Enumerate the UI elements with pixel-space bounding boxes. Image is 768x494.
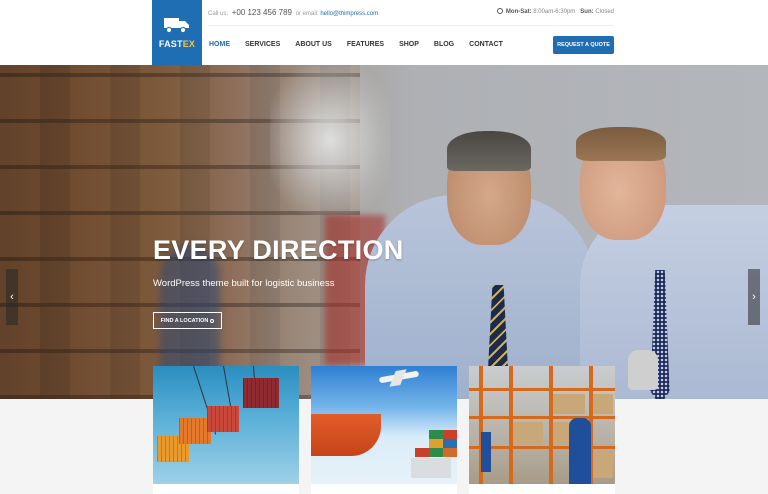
site-logo[interactable]: FASTEX [152, 0, 202, 65]
nav-shop[interactable]: SHOP [399, 41, 419, 51]
nav-blog[interactable]: BLOG [434, 41, 454, 51]
find-location-button[interactable]: FIND A LOCATION [153, 312, 222, 329]
email-label: or email: [295, 11, 319, 17]
man-right-hair [576, 127, 666, 161]
request-quote-button[interactable]: REQUEST A QUOTE [553, 36, 614, 54]
sunday-label: Sun: [580, 9, 594, 15]
site-header: FASTEX Call us: +00 123 456 789 or email… [0, 0, 768, 65]
warehouse-image [469, 366, 615, 484]
nav-contact[interactable]: CONTACT [469, 41, 503, 51]
nav-features[interactable]: FEATURES [347, 41, 384, 51]
main-nav: HOME SERVICES ABOUT US FEATURES SHOP BLO… [209, 41, 518, 51]
shipping-image [311, 366, 457, 484]
service-card-warehouse[interactable] [469, 366, 615, 494]
find-location-label: FIND A LOCATION [160, 317, 209, 324]
hero-title: EVERY DIRECTION [153, 235, 404, 265]
container-maroon [243, 378, 279, 408]
truck-logo-icon [164, 18, 189, 34]
hero-light [270, 65, 390, 215]
service-card-containers[interactable] [153, 366, 299, 494]
chevron-left-icon: ‹ [10, 291, 14, 303]
worker-1 [481, 432, 491, 472]
containers-image [153, 366, 299, 484]
service-card-shipping[interactable] [311, 366, 457, 494]
sunday-value: Closed [595, 9, 614, 15]
hours-value: 8:00am-6:30pm [533, 9, 576, 15]
clock-icon [497, 8, 504, 14]
barcode-scanner [628, 350, 658, 390]
hero-subtitle: WordPress theme built for logistic busin… [153, 278, 335, 289]
man-left-hair [447, 131, 531, 171]
slider-prev-button[interactable]: ‹ [6, 269, 18, 325]
logo-text: FASTEX [158, 39, 196, 49]
chevron-right-icon: › [752, 291, 756, 303]
worker-2 [569, 418, 591, 484]
top-bar: Call us: +00 123 456 789 or email: hello… [208, 0, 614, 26]
hours-label: Mon-Sat: [505, 9, 532, 15]
opening-hours: Mon-Sat: 8:00am-6:30pm Sun: Closed [497, 8, 614, 15]
contact-info: Call us: +00 123 456 789 or email: hello… [208, 8, 378, 17]
container-red [207, 406, 239, 432]
map-pin-icon [210, 318, 215, 323]
phone-number[interactable]: +00 123 456 789 [232, 8, 292, 17]
nav-home[interactable]: HOME [209, 41, 230, 51]
call-label: Call us: [208, 11, 229, 17]
cargo-ship [311, 414, 381, 456]
email-link[interactable]: hello@thimpress.com [320, 11, 378, 17]
hero-slider: EVERY DIRECTION WordPress theme built fo… [0, 65, 768, 399]
nav-about-us[interactable]: ABOUT US [295, 41, 332, 51]
slider-next-button[interactable]: › [748, 269, 760, 325]
truck [411, 458, 451, 478]
nav-services[interactable]: SERVICES [245, 41, 280, 51]
